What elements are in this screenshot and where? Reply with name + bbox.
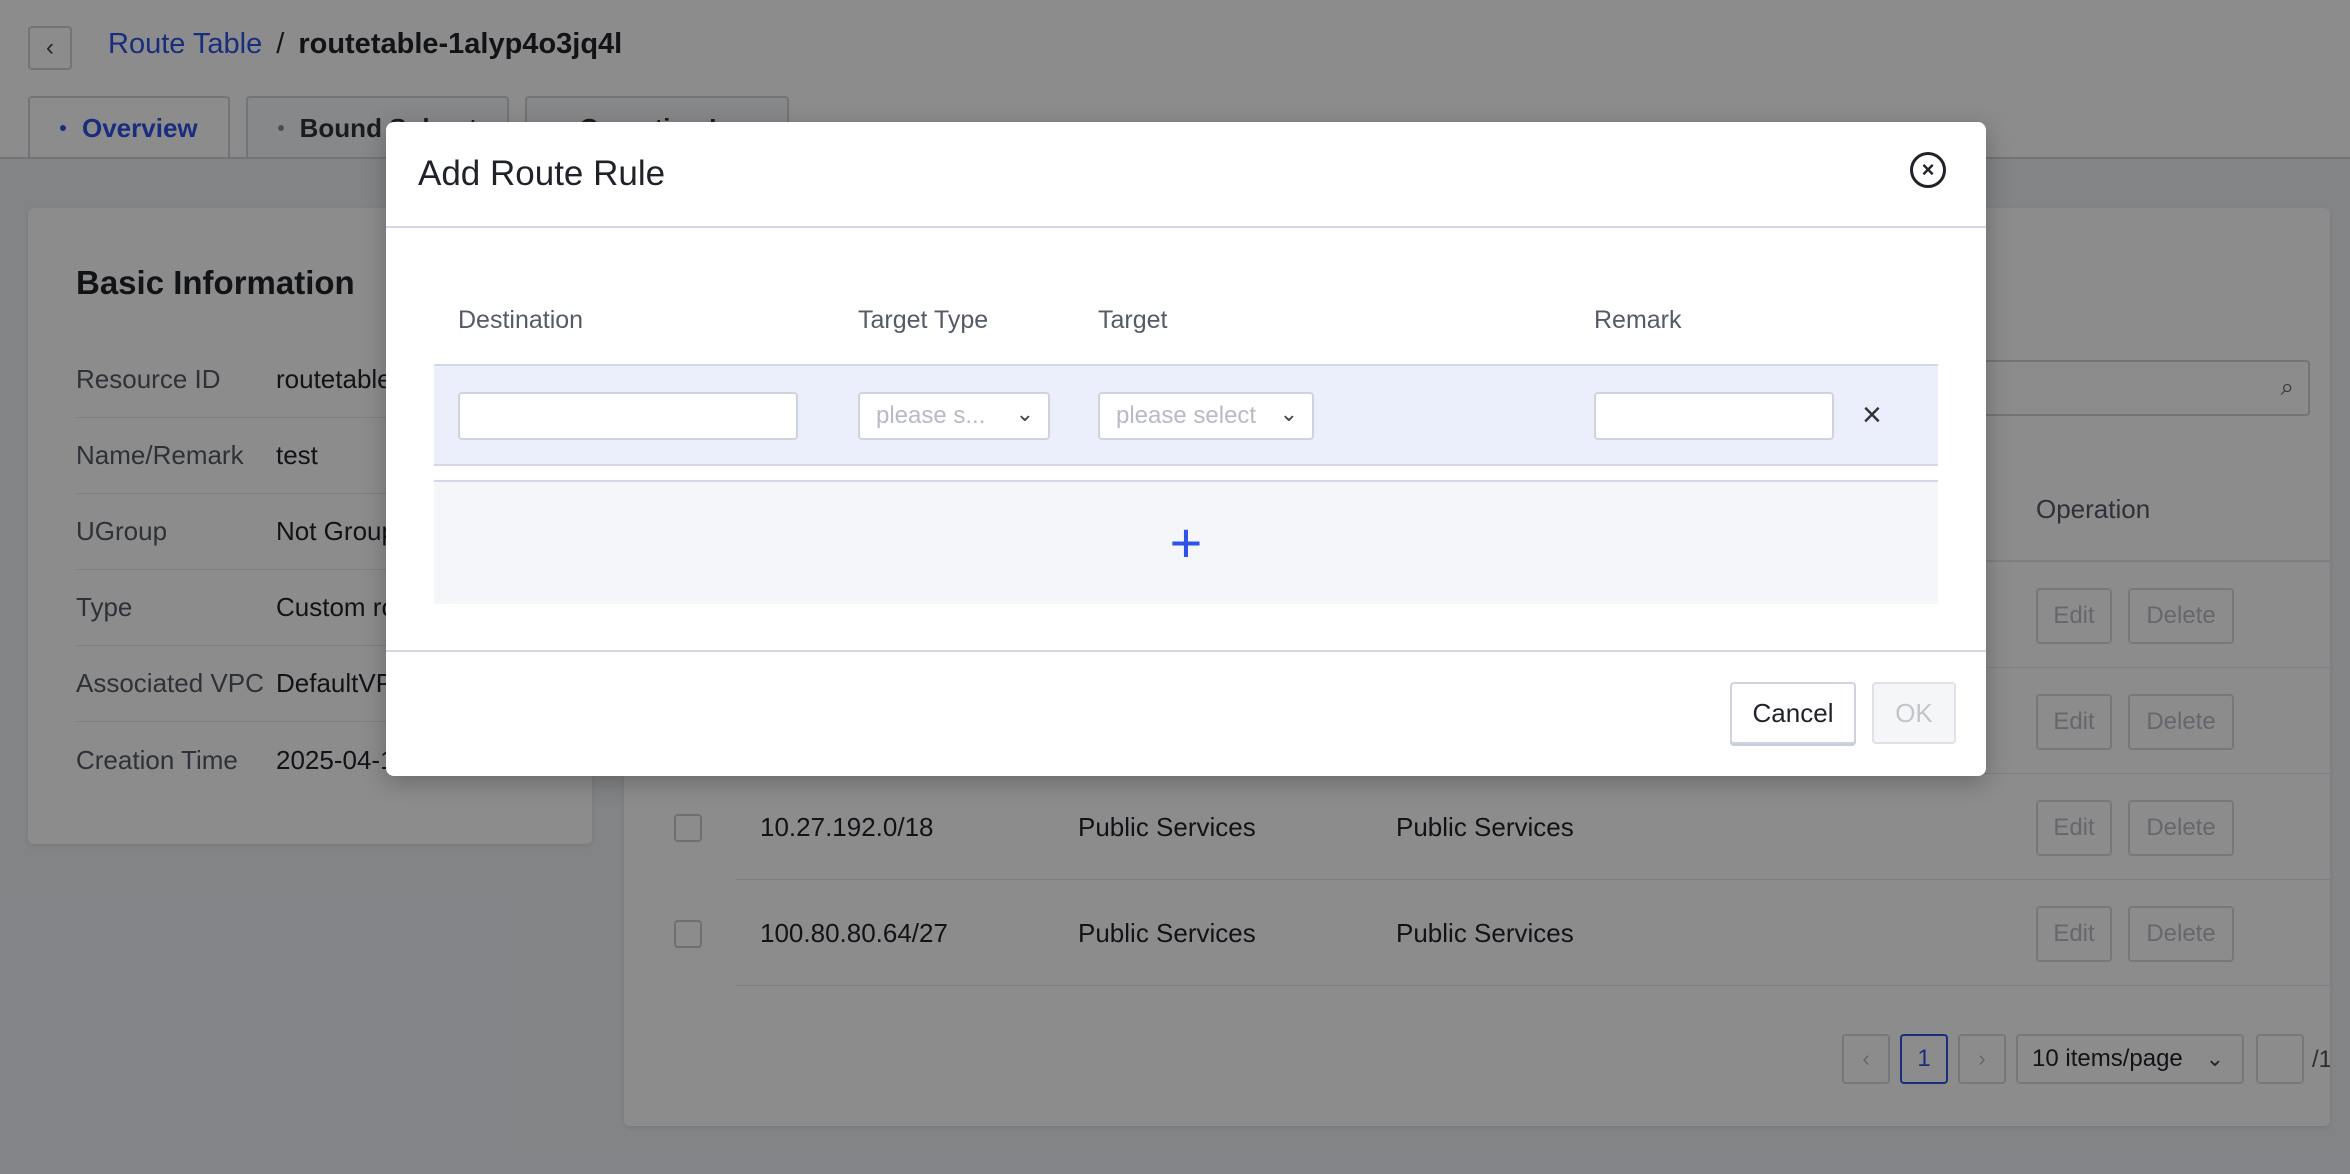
remark-input[interactable] [1594,392,1834,440]
dialog-header-divider [386,226,1986,228]
dialog-title: Add Route Rule [418,154,666,193]
add-route-rule-dialog: Add Route Rule × Destination Target Type… [386,122,1986,776]
target-select[interactable]: please select ⌄ [1098,392,1314,440]
chevron-down-icon: ⌄ [1279,401,1298,426]
route-table-detail-page: ‹ Route Table / routetable-1alyp4o3jq4l … [0,0,2350,1174]
column-header-remark: Remark [1594,306,1682,334]
dialog-footer-divider [386,650,1986,652]
chevron-down-icon: ⌄ [1015,401,1034,426]
target-type-placeholder: please s... [876,402,986,429]
remove-row-icon[interactable]: × [1862,398,1882,432]
column-header-target: Target [1098,306,1168,334]
route-rule-row: please s... ⌄ please select ⌄ × [434,364,1938,466]
column-header-target-type: Target Type [858,306,989,334]
column-header-destination: Destination [458,306,584,334]
cancel-button[interactable]: Cancel [1730,682,1856,744]
target-placeholder: please select [1116,402,1257,429]
destination-input[interactable] [458,392,798,440]
add-rule-row-button[interactable]: + [434,480,1938,604]
close-icon[interactable]: × [1910,152,1946,188]
ok-button[interactable]: OK [1872,682,1956,744]
plus-icon: + [1169,511,1203,574]
target-type-select[interactable]: please s... ⌄ [858,392,1050,440]
